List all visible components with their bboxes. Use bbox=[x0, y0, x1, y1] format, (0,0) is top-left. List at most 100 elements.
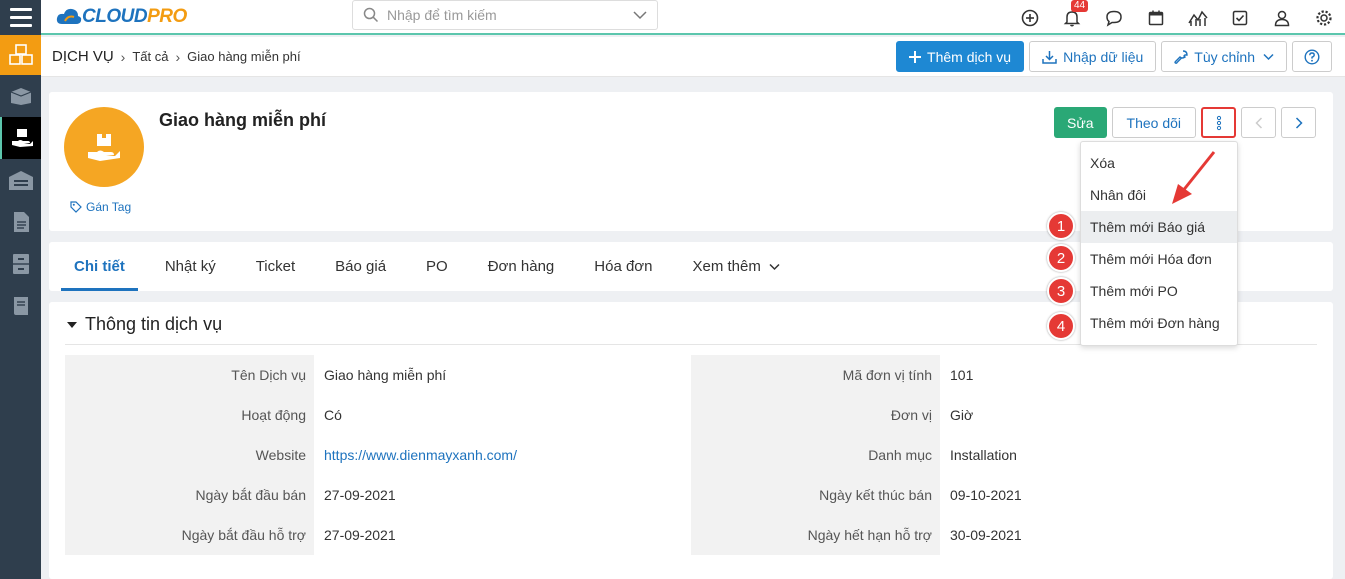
field-value: Giờ bbox=[950, 407, 974, 423]
more-actions-button[interactable] bbox=[1201, 107, 1236, 138]
breadcrumb-all[interactable]: Tất cả bbox=[132, 49, 168, 64]
field-label: Website bbox=[65, 435, 314, 475]
tab-more[interactable]: Xem thêm bbox=[680, 242, 793, 291]
field-value: Có bbox=[324, 407, 342, 423]
sidebar-item-documents[interactable] bbox=[0, 201, 41, 243]
chevron-right-icon bbox=[1295, 116, 1303, 129]
field-row: Ngày bắt đầu bán 27-09-2021 bbox=[65, 475, 690, 515]
tab-label: Ticket bbox=[255, 258, 296, 275]
tag-icon bbox=[70, 201, 82, 213]
assign-tag-link[interactable]: Gán Tag bbox=[70, 200, 131, 214]
sidebar-item-knowledge[interactable] bbox=[0, 285, 41, 327]
search-box[interactable]: Nhập để tìm kiếm bbox=[352, 0, 658, 30]
menu-item-new-quote[interactable]: Thêm mới Báo giá bbox=[1081, 211, 1237, 243]
notification-badge: 44 bbox=[1071, 0, 1089, 12]
field-label: Tên Dịch vụ bbox=[65, 355, 314, 395]
cloud-logo-icon bbox=[56, 8, 82, 24]
add-circle-icon[interactable] bbox=[1009, 3, 1051, 33]
gear-icon[interactable] bbox=[1303, 3, 1345, 33]
user-icon[interactable] bbox=[1261, 3, 1303, 33]
tab-label: PO bbox=[426, 258, 448, 275]
edit-button[interactable]: Sửa bbox=[1054, 107, 1107, 138]
tab-quotes[interactable]: Báo giá bbox=[322, 242, 399, 291]
customize-label: Tùy chỉnh bbox=[1194, 48, 1255, 65]
document-icon bbox=[13, 212, 29, 232]
sidebar-item-archive[interactable] bbox=[0, 243, 41, 285]
field-value: 09-10-2021 bbox=[950, 487, 1022, 503]
chevron-down-icon[interactable] bbox=[633, 10, 647, 20]
field-label: Đơn vị bbox=[691, 395, 940, 435]
breadcrumb-module[interactable]: DỊCH VỤ bbox=[52, 48, 114, 65]
service-avatar bbox=[64, 107, 144, 187]
breadcrumb-current: Giao hàng miễn phí bbox=[187, 49, 301, 64]
field-row: Danh mục Installation bbox=[691, 435, 1316, 475]
follow-button[interactable]: Theo dõi bbox=[1111, 107, 1196, 138]
warehouse-icon bbox=[8, 171, 33, 190]
step-marker-3: 3 bbox=[1047, 277, 1075, 305]
field-label: Ngày kết thúc bán bbox=[691, 475, 940, 515]
tab-label: Xem thêm bbox=[692, 258, 761, 275]
field-value: 101 bbox=[950, 367, 974, 383]
analytics-icon[interactable] bbox=[1177, 3, 1219, 33]
customize-button[interactable]: Tùy chỉnh bbox=[1161, 41, 1287, 72]
sidebar-item-services[interactable] bbox=[0, 117, 41, 159]
hamburger-menu-icon[interactable] bbox=[0, 0, 41, 35]
add-service-button[interactable]: Thêm dịch vụ bbox=[896, 41, 1025, 72]
tab-log[interactable]: Nhật ký bbox=[152, 242, 229, 291]
help-icon bbox=[1304, 48, 1320, 65]
field-row: Tên Dịch vụ Giao hàng miễn phí bbox=[65, 355, 690, 395]
breadcrumb-bar: DỊCH VỤ › Tất cả › Giao hàng miễn phí Th… bbox=[41, 37, 1345, 77]
tab-invoices[interactable]: Hóa đơn bbox=[581, 242, 665, 291]
hand-box-icon bbox=[88, 134, 120, 161]
task-check-icon[interactable] bbox=[1219, 3, 1261, 33]
calendar-icon[interactable] bbox=[1135, 3, 1177, 33]
sidebar bbox=[0, 35, 41, 579]
step-marker-2: 2 bbox=[1047, 244, 1075, 272]
download-icon bbox=[1042, 50, 1057, 64]
menu-item-new-order[interactable]: Thêm mới Đơn hàng bbox=[1081, 307, 1237, 339]
cabinet-icon bbox=[12, 254, 29, 274]
sidebar-item-warehouse[interactable] bbox=[0, 159, 41, 201]
more-vertical-icon bbox=[1216, 115, 1221, 130]
chevron-down-icon bbox=[1263, 53, 1274, 60]
bell-icon[interactable]: 44 bbox=[1051, 0, 1093, 33]
field-row: Hoạt động Có bbox=[65, 395, 690, 435]
import-button[interactable]: Nhập dữ liệu bbox=[1029, 41, 1157, 72]
field-row: Mã đơn vị tính 101 bbox=[691, 355, 1316, 395]
tab-label: Đơn hàng bbox=[487, 258, 555, 275]
step-marker-1: 1 bbox=[1047, 212, 1075, 240]
field-value: 30-09-2021 bbox=[950, 527, 1022, 543]
field-value: 27-09-2021 bbox=[324, 487, 396, 503]
fields-left-column: Tên Dịch vụ Giao hàng miễn phí Hoạt động C… bbox=[65, 355, 690, 555]
logo-text: CLOUDPRO bbox=[82, 6, 187, 27]
help-button[interactable] bbox=[1292, 41, 1332, 72]
annotation-arrow-icon bbox=[1172, 151, 1216, 204]
tab-ticket[interactable]: Ticket bbox=[243, 242, 308, 291]
fields-right-column: Mã đơn vị tính 101 Đơn vị Giờ Danh mục Inst… bbox=[691, 355, 1316, 555]
tab-po[interactable]: PO bbox=[413, 242, 461, 291]
plus-icon bbox=[909, 50, 922, 63]
section-header[interactable]: Thông tin dịch vụ bbox=[67, 314, 222, 335]
field-value: Installation bbox=[950, 447, 1017, 463]
tab-orders[interactable]: Đơn hàng bbox=[475, 242, 568, 291]
wrench-icon bbox=[1174, 49, 1188, 64]
chat-icon[interactable] bbox=[1093, 3, 1135, 33]
sidebar-item-inventory[interactable] bbox=[0, 75, 41, 117]
tab-label: Báo giá bbox=[335, 258, 387, 275]
open-box-icon bbox=[10, 88, 31, 105]
search-input[interactable]: Nhập để tìm kiếm bbox=[387, 7, 633, 23]
sidebar-item-products[interactable] bbox=[0, 35, 41, 75]
tab-label: Hóa đơn bbox=[594, 258, 653, 275]
field-value: Giao hàng miễn phí bbox=[324, 367, 447, 383]
menu-item-new-po[interactable]: Thêm mới PO bbox=[1081, 275, 1237, 307]
next-record-button[interactable] bbox=[1281, 107, 1316, 138]
field-label: Ngày hết hạn hỗ trợ bbox=[691, 515, 940, 555]
website-link[interactable]: https://www.dienmayxanh.com/ bbox=[314, 447, 517, 463]
menu-item-new-invoice[interactable]: Thêm mới Hóa đơn bbox=[1081, 243, 1237, 275]
chevron-down-icon bbox=[769, 263, 780, 270]
logo[interactable]: CLOUDPRO bbox=[56, 3, 187, 31]
import-label: Nhập dữ liệu bbox=[1063, 48, 1144, 65]
tab-details[interactable]: Chi tiết bbox=[61, 242, 138, 291]
record-title: Giao hàng miễn phí bbox=[159, 110, 327, 130]
previous-record-button[interactable] bbox=[1241, 107, 1276, 138]
